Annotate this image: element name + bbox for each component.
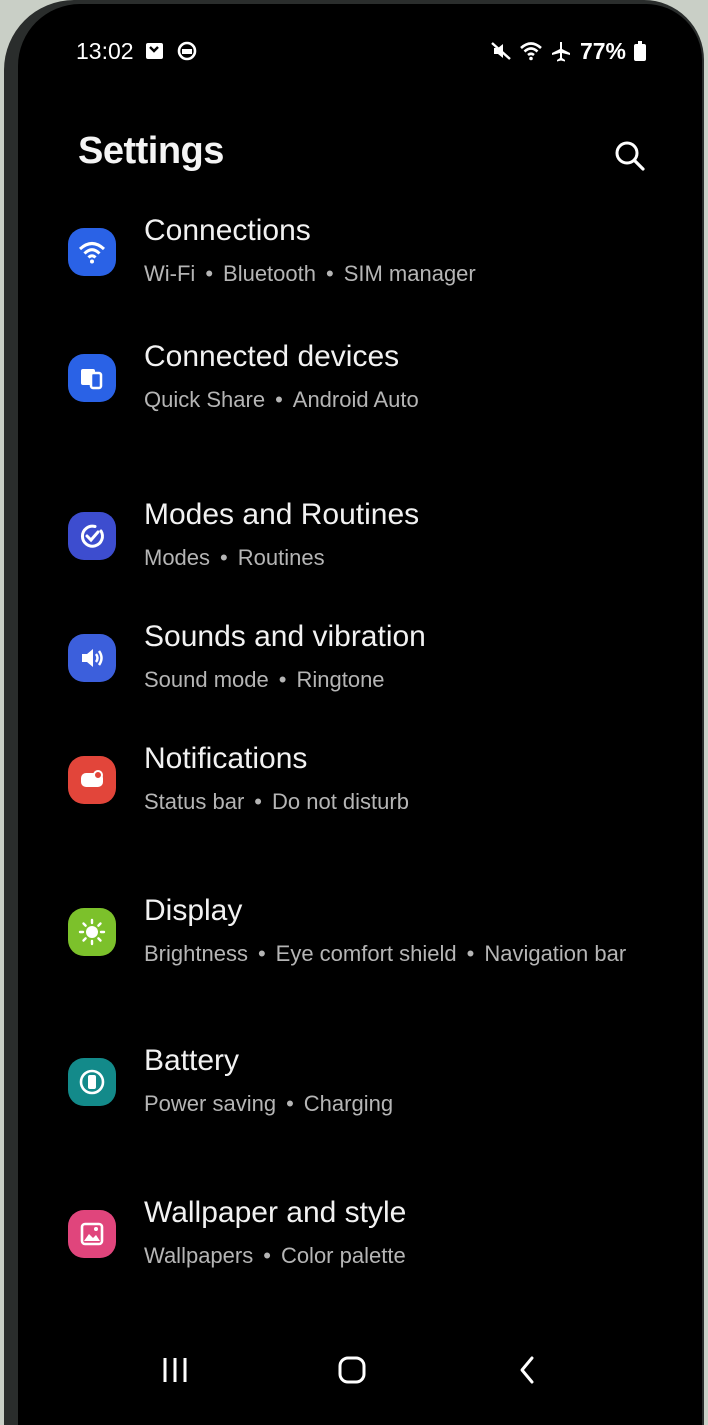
subtitle-part: Quick Share xyxy=(144,387,266,412)
item-title: Notifications xyxy=(144,742,308,775)
subtitle-part: Routines xyxy=(237,545,325,570)
screen: 13:02 77% Settings Connections Wi-Fi • B… xyxy=(18,4,702,1425)
item-subtitle: Status bar • Do not disturb xyxy=(144,789,409,814)
item-subtitle: Modes • Routines xyxy=(144,545,325,570)
battery-icon xyxy=(634,41,646,61)
subtitle-part: Charging xyxy=(303,1091,394,1116)
wifi-icon xyxy=(68,228,116,276)
item-subtitle: Sound mode • Ringtone xyxy=(144,667,385,692)
item-title: Wallpaper and style xyxy=(144,1196,407,1229)
sun-icon xyxy=(68,908,116,956)
mute-icon xyxy=(491,42,511,60)
subtitle-part: Color palette xyxy=(280,1243,406,1268)
item-title: Display xyxy=(144,894,243,927)
item-title: Modes and Routines xyxy=(144,498,420,531)
airplane-icon xyxy=(551,42,570,62)
message-icon xyxy=(145,43,163,59)
notification-icon xyxy=(68,756,116,804)
item-title: Connections xyxy=(144,214,311,247)
battery-percentage: 77% xyxy=(579,37,626,64)
wifi-icon xyxy=(520,42,542,61)
subtitle-part: Ringtone xyxy=(296,667,385,692)
subtitle-part: Android Auto xyxy=(292,387,419,412)
subtitle-part: Do not disturb xyxy=(271,789,409,814)
subtitle-part: Eye comfort shield xyxy=(275,941,457,966)
search-icon[interactable] xyxy=(610,136,650,176)
subtitle-part: Bluetooth xyxy=(223,261,316,286)
image-icon xyxy=(68,1210,116,1258)
status-bar: 13:02 77% xyxy=(76,34,646,68)
item-subtitle: Power saving • Charging xyxy=(144,1091,394,1116)
subtitle-part: Navigation bar xyxy=(484,941,627,966)
recent-apps-icon[interactable] xyxy=(155,1350,195,1390)
item-subtitle: Wallpapers • Color palette xyxy=(144,1243,406,1268)
item-title: Connected devices xyxy=(144,340,400,373)
check-circle-icon xyxy=(68,512,116,560)
home-icon[interactable] xyxy=(332,1350,372,1390)
navigation-bar xyxy=(18,1344,702,1404)
phone-frame: 13:02 77% Settings Connections Wi-Fi • B… xyxy=(4,0,704,1425)
page-title: Settings xyxy=(78,130,224,172)
item-title: Battery xyxy=(144,1044,240,1077)
battery-circle-icon xyxy=(68,1058,116,1106)
subtitle-part: Wallpapers xyxy=(144,1243,254,1268)
item-subtitle: Wi-Fi • Bluetooth • SIM manager xyxy=(144,261,476,286)
subtitle-part: Modes xyxy=(144,545,211,570)
subtitle-part: Brightness xyxy=(144,941,248,966)
subtitle-part: Sound mode xyxy=(144,667,269,692)
speaker-icon xyxy=(68,634,116,682)
item-subtitle: Brightness • Eye comfort shield • Navigation… xyxy=(144,941,627,966)
sync-icon xyxy=(177,41,196,61)
item-title: Sounds and vibration xyxy=(144,620,426,653)
subtitle-part: Power saving xyxy=(144,1091,277,1116)
back-icon[interactable] xyxy=(508,1350,548,1390)
status-time: 13:02 xyxy=(76,37,134,64)
subtitle-part: Status bar xyxy=(144,789,245,814)
subtitle-part: Wi-Fi xyxy=(144,261,196,286)
subtitle-part: SIM manager xyxy=(343,261,476,286)
devices-icon xyxy=(68,354,116,402)
item-subtitle: Quick Share • Android Auto xyxy=(144,387,419,412)
